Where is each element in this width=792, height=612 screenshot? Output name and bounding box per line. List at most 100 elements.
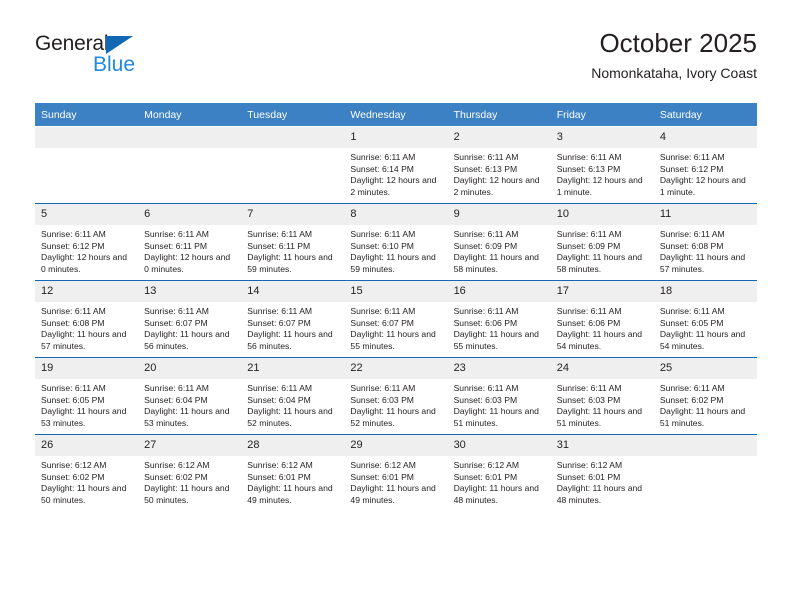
day-number: 19	[35, 358, 139, 379]
day-cell[interactable]: 23 Sunrise: 6:11 AM Sunset: 6:03 PM Dayligh…	[447, 357, 551, 435]
calendar-week-row: 12 Sunrise: 6:11 AM Sunset: 6:08 PM Dayligh…	[35, 280, 757, 358]
weekday-header-thursday: Thursday	[447, 103, 551, 127]
calendar-week-row: 1 Sunrise: 6:11 AM Sunset: 6:14 PM Daylight…	[35, 126, 757, 204]
day-cell[interactable]: 4 Sunrise: 6:11 AM Sunset: 6:12 PM Daylight…	[653, 126, 757, 204]
sunrise-text: Sunrise: 6:11 AM	[556, 229, 622, 239]
daylight-text: Daylight: 11 hours and 49 minutes.	[350, 483, 436, 505]
calendar-week-row: 5 Sunrise: 6:11 AM Sunset: 6:12 PM Daylight…	[35, 203, 757, 281]
brand-logo[interactable]: General Blue	[35, 32, 255, 75]
day-number: 10	[550, 204, 654, 225]
page-header: General Blue October 2025 Nomonkataha, I…	[35, 28, 757, 90]
day-number: 31	[550, 435, 654, 456]
daylight-text: Daylight: 11 hours and 50 minutes.	[41, 483, 127, 505]
day-cell[interactable]: 5 Sunrise: 6:11 AM Sunset: 6:12 PM Daylight…	[35, 203, 139, 281]
day-cell[interactable]: 27 Sunrise: 6:12 AM Sunset: 6:02 PM Dayligh…	[138, 434, 242, 511]
day-number: 13	[138, 281, 242, 302]
day-details: Sunrise: 6:11 AM Sunset: 6:11 PM Daylight:…	[138, 225, 241, 275]
daylight-text: Daylight: 11 hours and 58 minutes.	[453, 252, 539, 274]
day-cell[interactable]: 25 Sunrise: 6:11 AM Sunset: 6:02 PM Dayligh…	[653, 357, 757, 435]
sunrise-text: Sunrise: 6:11 AM	[453, 229, 519, 239]
daylight-text: Daylight: 12 hours and 1 minute.	[556, 175, 643, 197]
day-details: Sunrise: 6:11 AM Sunset: 6:05 PM Daylight:…	[654, 302, 757, 352]
daylight-text: Daylight: 11 hours and 52 minutes.	[350, 406, 436, 428]
day-details: Sunrise: 6:11 AM Sunset: 6:12 PM Daylight:…	[654, 148, 757, 198]
calendar-week-row: 19 Sunrise: 6:11 AM Sunset: 6:05 PM Dayligh…	[35, 357, 757, 435]
day-cell[interactable]: 31 Sunrise: 6:12 AM Sunset: 6:01 PM Dayligh…	[550, 434, 654, 511]
day-cell[interactable]: 21 Sunrise: 6:11 AM Sunset: 6:04 PM Dayligh…	[241, 357, 345, 435]
day-cell[interactable]: 7 Sunrise: 6:11 AM Sunset: 6:11 PM Daylight…	[241, 203, 345, 281]
day-cell[interactable]: 30 Sunrise: 6:12 AM Sunset: 6:01 PM Dayligh…	[447, 434, 551, 511]
day-number: 12	[35, 281, 139, 302]
sunset-text: Sunset: 6:08 PM	[41, 317, 105, 328]
day-cell[interactable]: 13 Sunrise: 6:11 AM Sunset: 6:07 PM Dayligh…	[138, 280, 242, 358]
day-cell[interactable]: 6 Sunrise: 6:11 AM Sunset: 6:11 PM Daylight…	[138, 203, 242, 281]
day-cell[interactable]: 22 Sunrise: 6:11 AM Sunset: 6:03 PM Dayligh…	[344, 357, 448, 435]
day-cell-inner	[138, 127, 242, 203]
day-cell[interactable]: 3 Sunrise: 6:11 AM Sunset: 6:13 PM Daylight…	[550, 126, 654, 204]
day-cell[interactable]: 1 Sunrise: 6:11 AM Sunset: 6:14 PM Daylight…	[344, 126, 448, 204]
day-details	[241, 148, 344, 152]
day-number: 21	[241, 358, 345, 379]
sunrise-text: Sunrise: 6:11 AM	[659, 152, 725, 162]
day-number: 26	[35, 435, 139, 456]
day-cell-inner: 25 Sunrise: 6:11 AM Sunset: 6:02 PM Dayligh…	[653, 358, 757, 434]
day-cell[interactable]: 24 Sunrise: 6:11 AM Sunset: 6:03 PM Dayligh…	[550, 357, 654, 435]
day-cell[interactable]: 11 Sunrise: 6:11 AM Sunset: 6:08 PM Dayligh…	[653, 203, 757, 281]
sunrise-text: Sunrise: 6:11 AM	[659, 229, 725, 239]
calendar-body: 1 Sunrise: 6:11 AM Sunset: 6:14 PM Daylight…	[35, 126, 757, 511]
day-details: Sunrise: 6:11 AM Sunset: 6:13 PM Daylight:…	[448, 148, 551, 198]
weekday-header-friday: Friday	[550, 103, 654, 127]
day-cell[interactable]: 14 Sunrise: 6:11 AM Sunset: 6:07 PM Dayligh…	[241, 280, 345, 358]
day-cell-inner: 9 Sunrise: 6:11 AM Sunset: 6:09 PM Daylight…	[447, 204, 551, 280]
sunrise-text: Sunrise: 6:11 AM	[350, 229, 416, 239]
day-cell-inner: 22 Sunrise: 6:11 AM Sunset: 6:03 PM Dayligh…	[344, 358, 448, 434]
day-details: Sunrise: 6:11 AM Sunset: 6:03 PM Daylight:…	[448, 379, 551, 429]
daylight-text: Daylight: 11 hours and 52 minutes.	[247, 406, 333, 428]
day-details: Sunrise: 6:11 AM Sunset: 6:04 PM Daylight:…	[138, 379, 241, 429]
day-cell-inner: 10 Sunrise: 6:11 AM Sunset: 6:09 PM Dayligh…	[550, 204, 654, 280]
day-cell[interactable]: 17 Sunrise: 6:11 AM Sunset: 6:06 PM Dayligh…	[550, 280, 654, 358]
sunrise-text: Sunrise: 6:11 AM	[144, 383, 209, 393]
day-number: 20	[138, 358, 242, 379]
day-cell[interactable]: 16 Sunrise: 6:11 AM Sunset: 6:06 PM Dayligh…	[447, 280, 551, 358]
sunset-text: Sunset: 6:01 PM	[247, 471, 311, 482]
day-cell[interactable]: 15 Sunrise: 6:11 AM Sunset: 6:07 PM Dayligh…	[344, 280, 448, 358]
sunset-text: Sunset: 6:14 PM	[350, 163, 414, 174]
daylight-text: Daylight: 12 hours and 2 minutes.	[453, 175, 540, 197]
sunset-text: Sunset: 6:03 PM	[453, 394, 518, 405]
day-cell-empty	[138, 126, 242, 204]
day-cell[interactable]: 18 Sunrise: 6:11 AM Sunset: 6:05 PM Dayligh…	[653, 280, 757, 358]
daylight-text: Daylight: 12 hours and 0 minutes.	[41, 252, 127, 274]
day-details: Sunrise: 6:12 AM Sunset: 6:01 PM Daylight:…	[448, 456, 551, 506]
day-cell[interactable]: 29 Sunrise: 6:12 AM Sunset: 6:01 PM Dayligh…	[344, 434, 448, 511]
page-subtitle: Nomonkataha, Ivory Coast	[591, 65, 757, 81]
day-cell-inner: 3 Sunrise: 6:11 AM Sunset: 6:13 PM Daylight…	[550, 127, 654, 203]
day-number: 16	[447, 281, 551, 302]
day-cell[interactable]: 8 Sunrise: 6:11 AM Sunset: 6:10 PM Daylight…	[344, 203, 448, 281]
sunrise-text: Sunrise: 6:11 AM	[453, 152, 519, 162]
day-cell[interactable]: 20 Sunrise: 6:11 AM Sunset: 6:04 PM Dayligh…	[138, 357, 242, 435]
day-cell[interactable]: 28 Sunrise: 6:12 AM Sunset: 6:01 PM Dayligh…	[241, 434, 345, 511]
day-cell[interactable]: 26 Sunrise: 6:12 AM Sunset: 6:02 PM Dayligh…	[35, 434, 139, 511]
day-cell-inner: 2 Sunrise: 6:11 AM Sunset: 6:13 PM Daylight…	[447, 127, 551, 203]
sunset-text: Sunset: 6:13 PM	[556, 163, 621, 174]
day-cell[interactable]: 19 Sunrise: 6:11 AM Sunset: 6:05 PM Dayligh…	[35, 357, 139, 435]
day-cell[interactable]: 12 Sunrise: 6:11 AM Sunset: 6:08 PM Dayligh…	[35, 280, 139, 358]
day-cell-inner: 4 Sunrise: 6:11 AM Sunset: 6:12 PM Daylight…	[653, 127, 757, 203]
day-cell[interactable]: 9 Sunrise: 6:11 AM Sunset: 6:09 PM Daylight…	[447, 203, 551, 281]
sunrise-text: Sunrise: 6:11 AM	[453, 383, 519, 393]
day-cell-inner	[241, 127, 345, 203]
calendar-header-row: Sunday Monday Tuesday Wednesday Thursday…	[35, 103, 757, 127]
day-cell[interactable]: 10 Sunrise: 6:11 AM Sunset: 6:09 PM Dayligh…	[550, 203, 654, 281]
sunset-text: Sunset: 6:10 PM	[350, 240, 414, 251]
day-number: 30	[447, 435, 551, 456]
daylight-text: Daylight: 11 hours and 56 minutes.	[247, 329, 333, 351]
day-cell[interactable]: 2 Sunrise: 6:11 AM Sunset: 6:13 PM Daylight…	[447, 126, 551, 204]
triangle-icon	[106, 36, 134, 54]
day-number: 4	[653, 127, 757, 148]
day-cell-inner: 14 Sunrise: 6:11 AM Sunset: 6:07 PM Dayligh…	[241, 281, 345, 357]
day-number: 5	[35, 204, 139, 225]
day-number: 24	[550, 358, 654, 379]
daylight-text: Daylight: 11 hours and 48 minutes.	[453, 483, 539, 505]
day-number: 7	[241, 204, 345, 225]
